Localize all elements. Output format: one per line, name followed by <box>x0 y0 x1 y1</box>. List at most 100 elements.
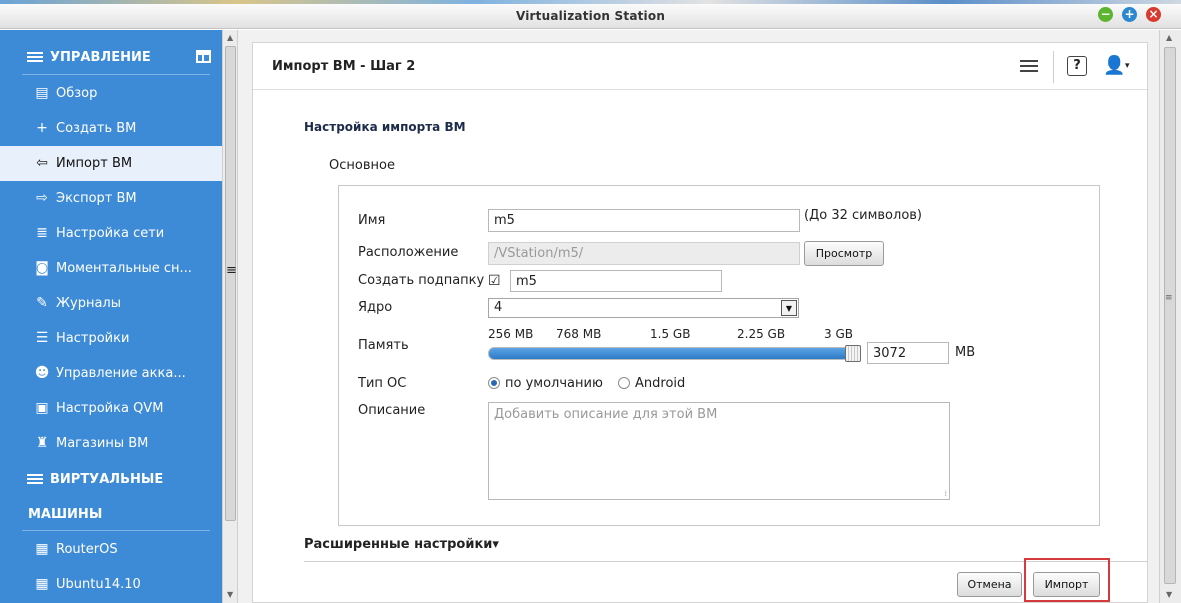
memory-tick: 3 GB <box>824 327 853 341</box>
maximize-button[interactable]: + <box>1122 7 1137 22</box>
minimize-button[interactable]: − <box>1098 7 1113 22</box>
scroll-up-icon[interactable]: ▲ <box>1166 33 1172 42</box>
scroll-down-icon[interactable]: ▼ <box>227 590 233 599</box>
name-hint: (До 32 символов) <box>804 208 923 223</box>
logs-icon: ✎ <box>36 295 48 311</box>
name-input[interactable]: m5 <box>488 209 800 232</box>
sidebar-item-label: Импорт ВМ <box>56 156 133 171</box>
core-label: Ядро <box>358 300 393 315</box>
sidebar-section-vms-cont: МАШИНЫ <box>0 497 222 531</box>
sidebar-item-snapshots[interactable]: ◙ Моментальные сн... <box>0 251 222 286</box>
snapshot-icon: ◙ <box>35 260 49 276</box>
sidebar-item-accounts[interactable]: ☻ Управление акка... <box>0 356 222 391</box>
memory-tick: 256 MB <box>488 327 534 341</box>
sidebar: УПРАВЛЕНИЕ ▤ Обзор + Создать ВМ ⇦ Импорт… <box>0 30 222 603</box>
vm-grid-icon: ▦ <box>35 541 49 557</box>
sidebar-item-export-vm[interactable]: ⇨ Экспорт ВМ <box>0 181 222 216</box>
core-select[interactable]: 4 ▼ <box>488 298 799 318</box>
collapse-panel-icon[interactable] <box>196 50 211 63</box>
scroll-up-icon[interactable]: ▲ <box>227 33 233 42</box>
location-input: /VStation/m5/ <box>488 242 800 265</box>
sidebar-item-network[interactable]: ≣ Настройка сети <box>0 216 222 251</box>
sidebar-vm-ubuntu[interactable]: ▦ Ubuntu14.10 <box>0 567 222 602</box>
dropdown-arrow-icon[interactable]: ▼ <box>781 300 797 316</box>
plus-icon: + <box>36 120 48 136</box>
main-scroll-thumb[interactable] <box>1164 47 1176 584</box>
sidebar-scroll-thumb[interactable] <box>225 46 236 521</box>
memory-slider[interactable] <box>488 347 850 360</box>
sidebar-item-label: Ubuntu14.10 <box>56 577 141 592</box>
sidebar-section-label: ВИРТУАЛЬНЫЕ <box>50 472 164 487</box>
sidebar-item-overview[interactable]: ▤ Обзор <box>0 76 222 111</box>
qvm-icon: ▣ <box>35 400 49 416</box>
os-type-label: Тип ОС <box>358 376 407 391</box>
os-option-android-label: Android <box>635 376 686 391</box>
store-icon: ♜ <box>35 435 49 451</box>
memory-tick: 1.5 GB <box>650 327 691 341</box>
location-label: Расположение <box>358 245 459 260</box>
sidebar-item-label: Настройка сети <box>56 226 165 241</box>
accounts-icon: ☻ <box>34 365 50 381</box>
memory-slider-handle[interactable] <box>845 345 861 362</box>
close-button[interactable]: × <box>1146 7 1161 22</box>
name-label: Имя <box>358 213 386 228</box>
advanced-settings-toggle[interactable]: Расширенные настройки▾ <box>304 537 499 552</box>
footer-divider <box>304 561 1148 562</box>
memory-unit: MB <box>955 345 976 360</box>
sidebar-section-management[interactable]: УПРАВЛЕНИЕ <box>0 40 222 74</box>
section-title: Настройка импорта ВМ <box>304 120 466 134</box>
description-label: Описание <box>358 403 426 418</box>
sidebar-item-vm-stores[interactable]: ♜ Магазины ВМ <box>0 426 222 461</box>
subfolder-checkbox[interactable]: ☑ <box>488 274 502 288</box>
sidebar-item-settings[interactable]: ☰ Настройки <box>0 321 222 356</box>
sidebar-item-import-vm[interactable]: ⇦ Импорт ВМ <box>0 146 222 181</box>
sidebar-item-qvm[interactable]: ▣ Настройка QVM <box>0 391 222 426</box>
header-divider <box>1053 51 1054 83</box>
os-radio-android[interactable] <box>618 377 630 389</box>
os-radio-default[interactable] <box>488 377 500 389</box>
user-menu-icon[interactable]: 👤 ▾ <box>1103 55 1133 77</box>
list-icon[interactable] <box>1020 60 1038 74</box>
sidebar-divider <box>22 530 210 531</box>
sidebar-item-label: Управление акка... <box>56 366 186 381</box>
cancel-button[interactable]: Отмена <box>957 572 1022 597</box>
sidebar-section-vms[interactable]: ВИРТУАЛЬНЫЕ <box>0 462 222 496</box>
sidebar-item-label: Обзор <box>56 86 98 101</box>
resize-handle-icon[interactable]: ⁞ <box>944 489 947 498</box>
window-title: Virtualization Station <box>515 9 666 23</box>
browse-button[interactable]: Просмотр <box>804 241 884 266</box>
panel-header: Импорт ВМ - Шаг 2 ? 👤 ▾ <box>253 43 1147 90</box>
overview-icon: ▤ <box>35 85 49 101</box>
sidebar-scrollbar[interactable]: ▲ ▼ <box>222 30 238 603</box>
memory-tick: 768 MB <box>556 327 602 341</box>
description-textarea[interactable]: Добавить описание для этой ВМ ⁞ <box>488 402 950 500</box>
sidebar-item-label: Экспорт ВМ <box>56 191 137 206</box>
sidebar-section-label: УПРАВЛЕНИЕ <box>50 50 151 65</box>
import-icon: ⇦ <box>36 155 48 171</box>
sidebar-item-label: Создать ВМ <box>56 121 137 136</box>
main-scrollbar[interactable]: ▲ ≡ ▼ <box>1159 30 1181 603</box>
memory-tick: 2.25 GB <box>737 327 786 341</box>
sidebar-item-label: Журналы <box>56 296 121 311</box>
help-icon[interactable]: ? <box>1067 56 1087 76</box>
memory-slider-fill <box>489 348 849 359</box>
user-icon: 👤 <box>1103 55 1126 76</box>
menu-icon <box>27 474 43 484</box>
description-placeholder: Добавить описание для этой ВМ <box>494 407 718 422</box>
sidebar-resize-grip-icon[interactable]: ≡ <box>226 263 237 278</box>
export-icon: ⇨ <box>36 190 48 206</box>
sidebar-vm-routeros[interactable]: ▦ RouterOS <box>0 532 222 567</box>
scroll-down-icon[interactable]: ▼ <box>1166 590 1172 599</box>
window-titlebar: Virtualization Station − + × <box>0 4 1181 29</box>
highlight-box <box>1024 558 1110 602</box>
page-title: Импорт ВМ - Шаг 2 <box>272 59 416 74</box>
sidebar-item-logs[interactable]: ✎ Журналы <box>0 286 222 321</box>
scroll-grip-icon: ≡ <box>1165 293 1173 303</box>
sidebar-divider <box>22 74 210 75</box>
network-icon: ≣ <box>36 225 48 241</box>
sidebar-item-create-vm[interactable]: + Создать ВМ <box>0 111 222 146</box>
subfolder-input[interactable]: m5 <box>510 270 722 292</box>
memory-input[interactable]: 3072 <box>867 342 949 364</box>
vm-grid-icon: ▦ <box>35 576 49 592</box>
sidebar-item-label: Настройка QVM <box>56 401 164 416</box>
